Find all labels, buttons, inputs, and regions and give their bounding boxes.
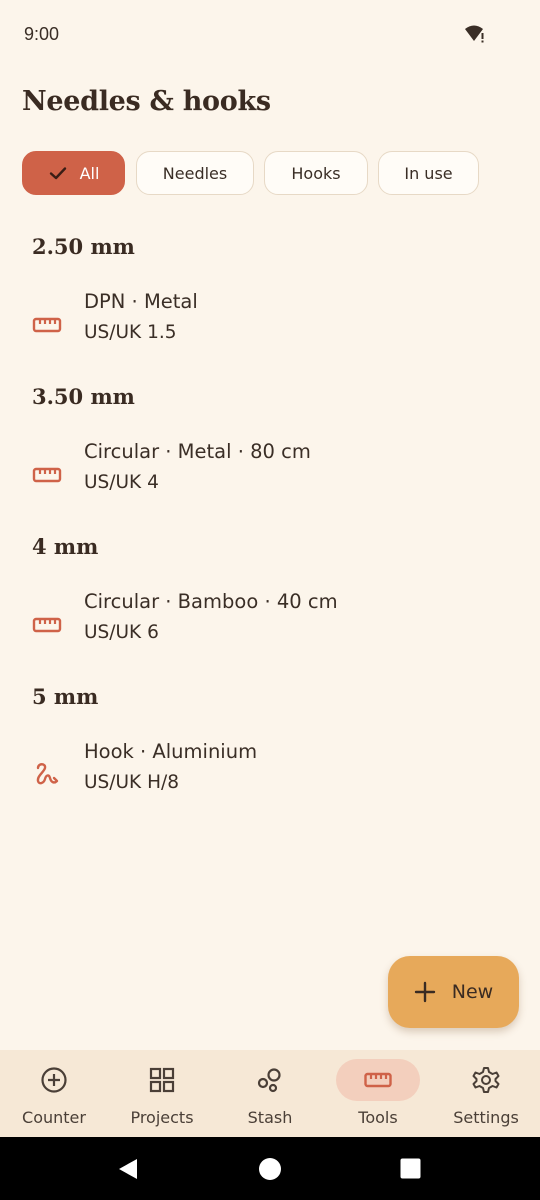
recents-icon[interactable] [400, 1158, 421, 1179]
tool-title: DPN · Metal [84, 290, 198, 313]
page-title: Needles & hooks [22, 86, 271, 117]
tool-list-item[interactable]: Hook · Aluminium US/UK H/8 [0, 740, 540, 810]
nav-item-counter[interactable]: Counter [0, 1050, 108, 1137]
ruler-icon [32, 317, 62, 333]
tool-size-us-uk: US/UK 4 [84, 472, 159, 493]
tool-size-us-uk: US/UK H/8 [84, 772, 179, 793]
filter-chip-label: Hooks [291, 163, 341, 183]
filter-chip-label: In use [404, 163, 453, 183]
wifi-icon [465, 25, 484, 43]
tool-size-us-uk: US/UK 6 [84, 622, 159, 643]
tool-list-item[interactable]: Circular · Bamboo · 40 cm US/UK 6 [0, 590, 540, 660]
nav-item-tools[interactable]: Tools [324, 1050, 432, 1137]
tool-size-us-uk: US/UK 1.5 [84, 322, 177, 343]
check-icon [49, 167, 66, 180]
nav-label: Projects [130, 1108, 194, 1127]
size-group-header: 4 mm [32, 534, 99, 559]
back-icon[interactable] [117, 1157, 139, 1181]
hook-icon [36, 763, 59, 785]
bottom-navigation: Counter Projects Stash Tools Settings [0, 1050, 540, 1137]
tool-list-item[interactable]: DPN · Metal US/UK 1.5 [0, 290, 540, 360]
status-time: 9:00 [24, 24, 60, 44]
ruler-icon [364, 1072, 392, 1088]
filter-chip-in-use[interactable]: In use [378, 151, 479, 195]
size-group-header: 3.50 mm [32, 384, 135, 409]
tool-title: Circular · Bamboo · 40 cm [84, 590, 338, 613]
gear-icon [472, 1067, 500, 1093]
ruler-icon [32, 467, 62, 483]
size-group-header: 5 mm [32, 684, 99, 709]
tool-title: Hook · Aluminium [84, 740, 258, 763]
filter-chip-label: Needles [162, 163, 228, 183]
size-group-header: 2.50 mm [32, 234, 135, 259]
nav-item-stash[interactable]: Stash [216, 1050, 324, 1137]
nav-label: Settings [453, 1108, 519, 1127]
new-tool-button[interactable]: New [388, 956, 519, 1028]
nav-label: Stash [247, 1108, 293, 1127]
nav-label: Counter [22, 1108, 86, 1127]
new-button-label: New [451, 981, 494, 1003]
grid-icon [149, 1067, 175, 1093]
nav-item-projects[interactable]: Projects [108, 1050, 216, 1137]
add-circle-icon [41, 1067, 67, 1093]
filter-chip-needles[interactable]: Needles [136, 151, 254, 195]
stash-icon [257, 1068, 281, 1093]
nav-label: Tools [358, 1108, 398, 1127]
tool-title: Circular · Metal · 80 cm [84, 440, 311, 463]
filter-chip-hooks[interactable]: Hooks [264, 151, 368, 195]
system-navigation-bar [0, 1137, 540, 1200]
status-bar: 9:00 [0, 0, 540, 70]
tool-list-item[interactable]: Circular · Metal · 80 cm US/UK 4 [0, 440, 540, 510]
home-icon[interactable] [258, 1157, 282, 1181]
ruler-icon [32, 617, 62, 633]
filter-chip-label: All [79, 163, 100, 183]
nav-item-settings[interactable]: Settings [432, 1050, 540, 1137]
filter-chip-all[interactable]: All [22, 151, 125, 195]
plus-icon [414, 981, 435, 1003]
